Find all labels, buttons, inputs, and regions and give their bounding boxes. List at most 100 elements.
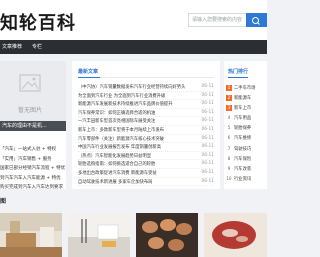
no-image-label: 暂无图片 bbox=[17, 107, 42, 114]
article-title[interactable]: 多地出台政策促进汽车消费 新能源车受益 bbox=[78, 170, 196, 176]
article-row[interactable]: 新车上市：多款新车型将于本月陆续上市发布 06-11 bbox=[78, 126, 214, 135]
article-row[interactable]: 为全面到汽车行业 为全面到汽车行业消费升级 06-11 bbox=[78, 92, 214, 101]
list-item[interactable]: 「汽车」一站式入驻 + 特权 bbox=[0, 145, 66, 155]
article-title[interactable]: 为全面到汽车行业 为全面到汽车行业消费升级 bbox=[78, 93, 196, 99]
steak-photo bbox=[204, 213, 267, 257]
nav-item-recommended[interactable]: 文章推荐 bbox=[2, 40, 22, 54]
rank-number-badge: 2 bbox=[226, 94, 232, 101]
hot-ranking-text[interactable]: 二手车市场 bbox=[234, 85, 255, 91]
image-placeholder-icon bbox=[19, 74, 41, 92]
article-title[interactable]: （热点）汽车智能化发展趋势日益明显 bbox=[78, 153, 196, 159]
hot-ranking-text[interactable]: 汽车保险 bbox=[234, 156, 251, 162]
list-item[interactable]: 「实用」汽车销售 + 服务 bbox=[0, 155, 66, 165]
article-date: 06-11 bbox=[201, 109, 215, 115]
list-item[interactable]: 到汽车汽车入汽车能源 + 特优 bbox=[0, 174, 66, 184]
featured-caption[interactable]: 汽车的理由不是机... bbox=[0, 121, 66, 131]
section-title: 最新文章 bbox=[78, 69, 99, 75]
hot-ranking-text[interactable]: 行业资讯 bbox=[234, 176, 251, 182]
rank-number-badge: 1 bbox=[226, 84, 232, 91]
hot-ranking-text[interactable]: 轮胎保养 bbox=[234, 125, 251, 131]
hot-ranking-item[interactable]: 3 新车上市 bbox=[226, 103, 267, 113]
article-title[interactable]: 汽车零部件（关注）新能源汽车核心技术突破 bbox=[78, 136, 196, 142]
header: 知轮百科 请输入您要搜索的内容 bbox=[0, 0, 267, 40]
hot-ranking-item[interactable]: 9 汽车改装 bbox=[226, 165, 267, 175]
hot-ranking-item[interactable]: 10 行业资讯 bbox=[226, 175, 267, 185]
article-row[interactable]: 汽车零部件（关注）新能源汽车核心技术突破 06-11 bbox=[78, 135, 214, 144]
hot-ranking-item[interactable]: 5 轮胎保养 bbox=[226, 124, 267, 134]
article-date: 06-11 bbox=[201, 161, 215, 167]
hot-ranking-item[interactable]: 4 汽车用品 bbox=[226, 114, 267, 124]
article-date: 06-11 bbox=[201, 118, 215, 124]
article-title[interactable]: （中汽协）汽车销量数据发布汽车行业经营持续向好势头 bbox=[78, 84, 196, 90]
article-title[interactable]: 中国汽车行业发展报告发布 年度销量创新高 bbox=[78, 144, 196, 150]
article-row[interactable]: 中国汽车行业发展报告发布 年度销量创新高 06-11 bbox=[78, 143, 214, 152]
article-row[interactable]: 新能源汽车发展新技术持续推进汽车品牌价值提升 06-11 bbox=[78, 100, 214, 109]
article-row[interactable]: （热点）汽车智能化发展趋势日益明显 06-11 bbox=[78, 152, 214, 161]
hot-ranking-item[interactable]: 6 汽车维修 bbox=[226, 134, 267, 144]
article-date: 06-11 bbox=[201, 169, 215, 175]
article-title[interactable]: 轮胎选购指南：如何挑选适合自己的轮胎 bbox=[78, 161, 196, 167]
rank-number-badge: 6 bbox=[227, 135, 231, 141]
list-item[interactable]: 国家已部分经销汽车流程 + 特优 bbox=[0, 164, 66, 174]
article-date: 06-11 bbox=[201, 126, 215, 132]
kitchen-photo bbox=[68, 213, 130, 257]
page: 知轮百科 请输入您要搜索的内容 文章推荐 专栏 暂无图片 汽车的理由不是机...… bbox=[0, 0, 267, 257]
hot-ranking-item[interactable]: 2 新能源车 bbox=[226, 93, 267, 103]
rank-number-badge: 10 bbox=[226, 176, 232, 182]
gallery-photo-steak[interactable] bbox=[204, 213, 267, 257]
article-row[interactable]: 一汽丰田新车型首次亮相国际车展受关注 06-11 bbox=[78, 117, 214, 126]
featured-caption-text: 汽车的理由不是机... bbox=[2, 123, 47, 129]
article-list: （中汽协）汽车销量数据发布汽车行业经营持续向好势头 06-11 为全面到汽车行业 为… bbox=[78, 83, 214, 187]
article-date: 06-11 bbox=[201, 101, 215, 107]
rank-number-badge: 5 bbox=[227, 125, 231, 131]
article-title[interactable]: 新能源汽车发展新技术持续推进汽车品牌价值提升 bbox=[78, 101, 196, 107]
nav-item-column[interactable]: 专栏 bbox=[32, 40, 42, 54]
hot-ranking-item[interactable]: 7 驾驶技巧 bbox=[226, 144, 267, 154]
article-title[interactable]: 新车上市：多款新车型将于本月陆续上市发布 bbox=[78, 127, 196, 133]
article-date: 06-11 bbox=[201, 178, 215, 184]
main-nav: 文章推荐 专栏 bbox=[0, 40, 267, 54]
article-title[interactable]: 汽车保养常识：如何正确选择合适的机油 bbox=[78, 110, 196, 116]
hot-ranking-panel: 热门排行 1 二手车市场 2 新能源车 3 新车上市 4 汽车用品 5 轮胎保养 6 汽车维修 7 驾驶技… bbox=[224, 61, 267, 189]
search-input[interactable]: 请输入您要搜索的内容 bbox=[188, 13, 246, 27]
gallery-photo-kitchen[interactable] bbox=[68, 213, 130, 257]
rank-number-badge: 7 bbox=[227, 145, 231, 151]
hot-ranking-text[interactable]: 汽车维修 bbox=[234, 135, 251, 141]
section-title-underline bbox=[78, 77, 100, 78]
article-row[interactable]: （中汽协）汽车销量数据发布汽车行业经营持续向好势头 06-11 bbox=[78, 83, 214, 92]
hot-ranking-text[interactable]: 新能源车 bbox=[234, 95, 251, 101]
rank-number-badge: 9 bbox=[227, 166, 231, 171]
gallery-photo-meat[interactable] bbox=[136, 213, 198, 257]
article-row[interactable]: 轮胎选购指南：如何挑选适合自己的轮胎 06-11 bbox=[78, 160, 214, 169]
left-link-list: 「汽车」一站式入驻 + 特权 「实用」汽车销售 + 服务 国家已部分经销汽车流程… bbox=[0, 145, 66, 193]
hot-ranking-text[interactable]: 新车上市 bbox=[234, 105, 251, 111]
search-button[interactable] bbox=[246, 13, 267, 27]
rank-number-badge: 3 bbox=[226, 104, 232, 111]
rank-number-badge: 4 bbox=[227, 115, 231, 121]
hot-ranking-item[interactable]: 1 二手车市场 bbox=[226, 83, 267, 93]
hot-title-underline bbox=[228, 77, 248, 78]
article-date: 06-11 bbox=[201, 92, 215, 98]
gallery-label: 图 bbox=[0, 198, 7, 205]
article-title[interactable]: 一汽丰田新车型首次亮相国际车展受关注 bbox=[78, 118, 196, 124]
article-row[interactable]: 自动驾驶技术新进展 多家车企加快布局 06-11 bbox=[78, 178, 214, 187]
latest-articles-panel: 最新文章 （中汽协）汽车销量数据发布汽车行业经营持续向好势头 06-11 为全面到汽… bbox=[72, 61, 220, 189]
article-title[interactable]: 自动驾驶技术新进展 多家车企加快布局 bbox=[78, 179, 196, 185]
rank-number-badge: 8 bbox=[227, 155, 231, 161]
gallery-photo-room[interactable] bbox=[0, 213, 62, 257]
article-row[interactable]: 汽车保养常识：如何正确选择合适的机油 06-11 bbox=[78, 109, 214, 118]
meat-photo bbox=[136, 213, 198, 257]
hot-ranking-text[interactable]: 汽车用品 bbox=[234, 115, 251, 121]
hot-ranking-text[interactable]: 汽车改装 bbox=[234, 166, 251, 172]
search-icon bbox=[252, 17, 260, 25]
site-logo[interactable]: 知轮百科 bbox=[0, 9, 76, 35]
article-row[interactable]: 多地出台政策促进汽车消费 新能源车受益 06-11 bbox=[78, 169, 214, 178]
hot-ranking-list: 1 二手车市场 2 新能源车 3 新车上市 4 汽车用品 5 轮胎保养 6 汽车维修 7 驾驶技巧 8 汽车保… bbox=[226, 83, 267, 185]
featured-image[interactable]: 暂无图片 bbox=[0, 61, 66, 121]
left-column: 暂无图片 汽车的理由不是机... 「汽车」一站式入驻 + 特权 「实用」汽车销售… bbox=[0, 61, 66, 190]
hot-ranking-item[interactable]: 8 汽车保险 bbox=[226, 154, 267, 164]
hot-ranking-text[interactable]: 驾驶技巧 bbox=[234, 146, 251, 152]
article-date: 06-11 bbox=[201, 135, 215, 141]
room-photo bbox=[0, 213, 62, 257]
list-item[interactable]: 购买完成到汽车入汽车达到要求 bbox=[0, 183, 66, 193]
